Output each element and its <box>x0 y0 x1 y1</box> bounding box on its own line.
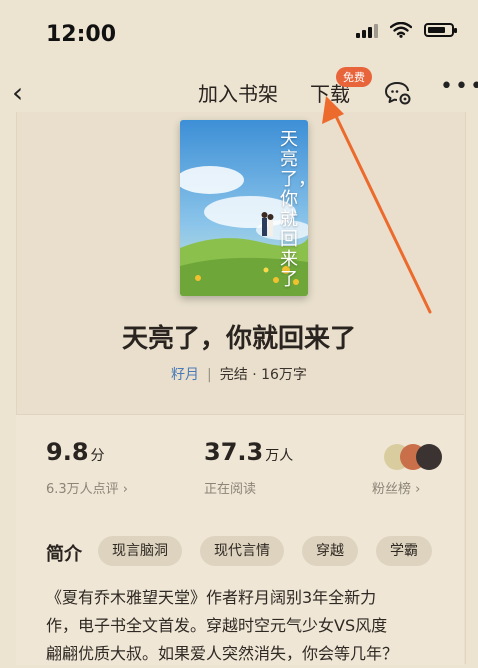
free-badge: 免费 <box>336 67 372 87</box>
book-status: 完结 · 16万字 <box>219 367 307 383</box>
readers-label: 正在阅读 <box>204 482 257 497</box>
more-dots-icon[interactable]: ••• <box>440 74 478 99</box>
top-nav: ‹ 加入书架 下载 免费 ••• <box>0 67 478 116</box>
fans-ranking-link[interactable]: 粉丝榜 › <box>372 478 420 497</box>
cellular-signal-icon <box>356 22 378 38</box>
tag-chip[interactable]: 学霸 <box>376 536 432 566</box>
cover-title: 天亮了，你就回来了 <box>280 129 308 290</box>
intro-text[interactable]: 《夏有乔木雅望天堂》作者籽月阔别3年全新力 作，电子书全文首发。穿越时空元气少女… <box>46 584 446 668</box>
tag-chip[interactable]: 穿越 <box>302 536 358 566</box>
battery-icon <box>424 23 457 37</box>
add-to-shelf-button[interactable]: 加入书架 <box>198 78 278 107</box>
battery-level <box>428 27 445 33</box>
intro-heading: 简介 <box>46 544 82 565</box>
book-cover[interactable]: 天亮了，你就回来了 <box>180 120 308 296</box>
tag-chip[interactable]: 现言脑洞 <box>98 536 182 566</box>
intro-line: 《夏有乔木雅望天堂》作者籽月阔别3年全新力 <box>46 588 377 607</box>
book-meta: 籽月 | 完结 · 16万字 <box>0 364 478 384</box>
fans-avatars[interactable] <box>384 444 444 470</box>
rating[interactable]: 9.8 分 <box>46 438 105 466</box>
rating-count[interactable]: 6.3万人点评 › <box>46 478 128 497</box>
book-title: 天亮了，你就回来了 <box>121 324 356 354</box>
status-bar: 12:00 <box>0 0 478 70</box>
comment-settings-icon[interactable] <box>384 80 412 106</box>
status-icons <box>356 22 457 38</box>
clock: 12:00 <box>46 22 117 47</box>
intro-line: 作，电子书全文首发。穿越时空元气少女VS风度 <box>46 616 388 635</box>
fan-avatar <box>416 444 442 470</box>
tag-chip[interactable]: 现代言情 <box>200 536 284 566</box>
chevron-left-icon[interactable]: ‹ <box>12 76 23 109</box>
readers: 37.3 万人 <box>204 438 294 466</box>
author-link[interactable]: 籽月 <box>171 367 199 383</box>
wifi-icon <box>390 22 412 38</box>
meta-divider: | <box>207 367 212 383</box>
